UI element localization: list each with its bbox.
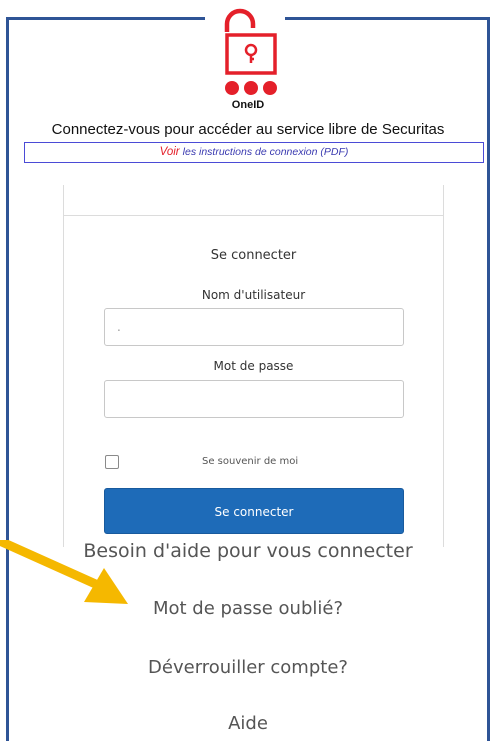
instructions-voir: Voir xyxy=(159,146,180,158)
help-link[interactable]: Aide xyxy=(0,713,496,734)
card-divider xyxy=(64,215,443,216)
arrow-icon xyxy=(0,540,128,604)
unlock-account-link[interactable]: Déverrouiller compte? xyxy=(0,657,496,678)
page-headline: Connectez-vous pour accéder au service l… xyxy=(51,121,445,138)
instructions-link[interactable]: Voir les instructions de connexion (PDF) xyxy=(24,142,484,163)
username-input[interactable] xyxy=(104,308,404,346)
remember-label: Se souvenir de moi xyxy=(202,456,299,467)
password-input[interactable] xyxy=(104,380,404,418)
brand-name: OneID xyxy=(231,99,265,111)
password-label: Mot de passe xyxy=(213,359,294,373)
username-label: Nom d'utilisateur xyxy=(201,288,306,302)
instructions-link-text: les instructions de connexion (PDF) xyxy=(182,146,349,158)
unlocked-padlock-icon xyxy=(224,8,277,95)
login-button[interactable]: Se connecter xyxy=(104,488,404,534)
login-card: Se connecter Nom d'utilisateur Mot de pa… xyxy=(63,185,444,547)
remember-checkbox[interactable] xyxy=(105,455,119,469)
login-title: Se connecter xyxy=(210,248,297,263)
